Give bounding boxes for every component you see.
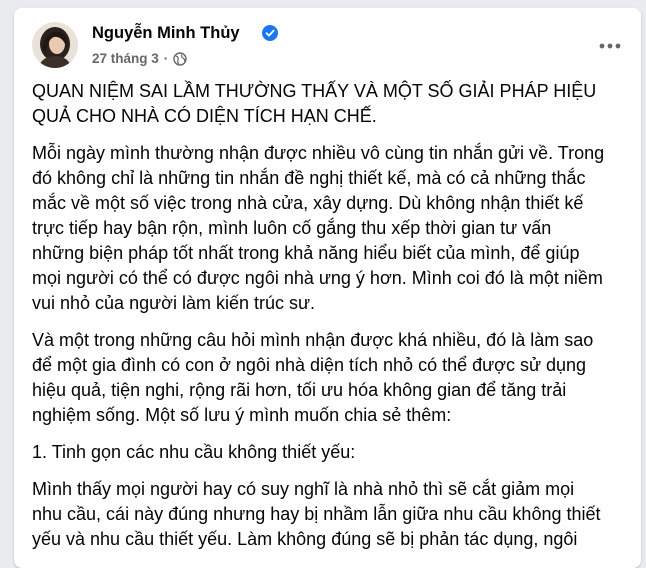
post-date[interactable]: 27 tháng 3: [92, 51, 159, 66]
author-name[interactable]: Nguyễn Minh Thủy: [92, 24, 240, 43]
post-body: QUAN NIỆM SAI LẦM THƯỜNG THẤY VÀ MỘT SỐ …: [32, 79, 632, 564]
post-header: Nguyễn Minh Thủy 27 tháng 3 ·: [14, 8, 641, 80]
globe-icon[interactable]: [173, 51, 187, 66]
avatar[interactable]: [32, 22, 78, 68]
post-section-heading: 1. Tinh gọn các nhu cầu không thiết yếu:: [32, 442, 356, 462]
post-card: Nguyễn Minh Thủy 27 tháng 3 · QUAN NIỆM …: [14, 8, 641, 568]
post-paragraph: Mình thấy mọi người hay có suy nghĩ là n…: [32, 479, 601, 549]
post-meta: 27 tháng 3 ·: [92, 51, 187, 66]
more-options-button[interactable]: [593, 28, 627, 62]
post-title: QUAN NIỆM SAI LẦM THƯỜNG THẤY VÀ MỘT SỐ …: [32, 81, 597, 126]
meta-separator: ·: [163, 51, 169, 66]
more-options-icon: [599, 36, 621, 54]
post-paragraph: Và một trong những câu hỏi mình nhận đượ…: [32, 330, 594, 425]
post-paragraph: Mỗi ngày mình thường nhận được nhiều vô …: [32, 143, 605, 313]
verified-badge-icon: [262, 25, 278, 41]
